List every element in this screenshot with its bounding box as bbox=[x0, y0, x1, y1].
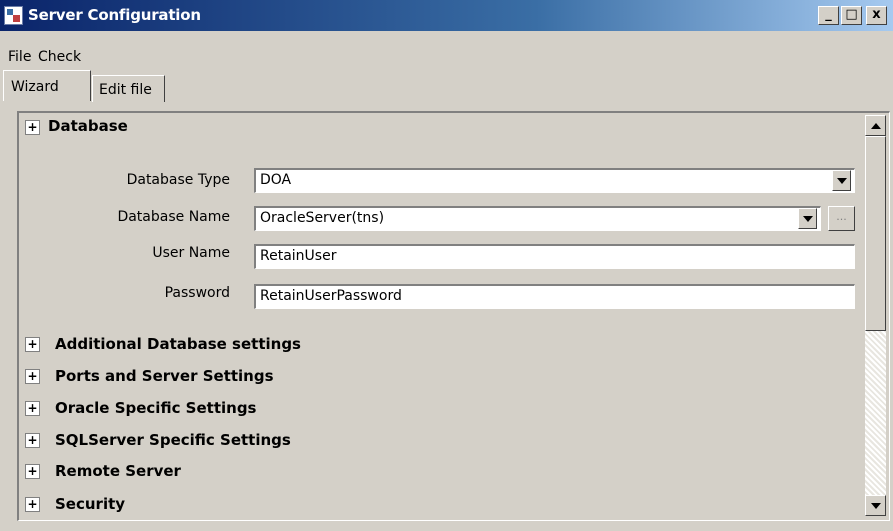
tab-edit-file-label: Edit file bbox=[99, 82, 152, 98]
password-input[interactable]: RetainUserPassword bbox=[254, 284, 855, 309]
section-remote-server[interactable]: Remote Server bbox=[55, 462, 181, 480]
expand-icon[interactable]: + bbox=[25, 120, 40, 135]
section-ports-and-server-settings[interactable]: Ports and Server Settings bbox=[55, 367, 274, 385]
scrollbar-thumb[interactable] bbox=[865, 136, 886, 331]
expand-icon[interactable]: + bbox=[25, 464, 40, 479]
minimize-button[interactable]: _ bbox=[818, 6, 839, 25]
browse-database-button[interactable]: ... bbox=[828, 206, 855, 231]
database-name-select[interactable]: OracleServer(tns) bbox=[254, 206, 821, 231]
expand-icon[interactable]: + bbox=[25, 497, 40, 512]
vertical-scrollbar[interactable] bbox=[865, 115, 886, 516]
scroll-up-icon[interactable] bbox=[865, 115, 886, 136]
scroll-down-icon[interactable] bbox=[865, 495, 886, 516]
chevron-down-icon[interactable] bbox=[798, 208, 817, 229]
window-title: Server Configuration bbox=[28, 6, 201, 24]
expand-icon[interactable]: + bbox=[25, 369, 40, 384]
section-security[interactable]: Security bbox=[55, 495, 125, 513]
database-name-label: Database Name bbox=[117, 209, 230, 225]
menu-file[interactable]: File bbox=[8, 49, 31, 65]
password-label: Password bbox=[164, 285, 230, 301]
maximize-button[interactable]: □ bbox=[841, 6, 862, 25]
section-oracle-specific-settings[interactable]: Oracle Specific Settings bbox=[55, 399, 256, 417]
tab-wizard[interactable]: Wizard bbox=[3, 70, 91, 101]
section-additional-database-settings[interactable]: Additional Database settings bbox=[55, 335, 301, 353]
user-name-input[interactable]: RetainUser bbox=[254, 244, 855, 269]
section-sqlserver-specific-settings[interactable]: SQLServer Specific Settings bbox=[55, 431, 291, 449]
close-button[interactable]: x bbox=[866, 6, 887, 25]
menu-check[interactable]: Check bbox=[38, 49, 81, 65]
expand-icon[interactable]: + bbox=[25, 401, 40, 416]
expand-icon[interactable]: + bbox=[25, 433, 40, 448]
expand-icon[interactable]: + bbox=[25, 337, 40, 352]
database-type-select[interactable]: DOA bbox=[254, 168, 855, 193]
title-bar[interactable]: Server Configuration _ □ x bbox=[0, 0, 893, 31]
app-icon[interactable] bbox=[4, 6, 23, 25]
user-name-label: User Name bbox=[152, 245, 230, 261]
section-database-title[interactable]: Database bbox=[48, 117, 128, 135]
tab-wizard-label: Wizard bbox=[11, 79, 59, 95]
chevron-down-icon[interactable] bbox=[832, 170, 851, 191]
tab-edit-file[interactable]: Edit file bbox=[92, 75, 165, 102]
database-type-label: Database Type bbox=[126, 172, 230, 188]
server-configuration-window: Server Configuration _ □ x File Check Wi… bbox=[0, 0, 893, 531]
